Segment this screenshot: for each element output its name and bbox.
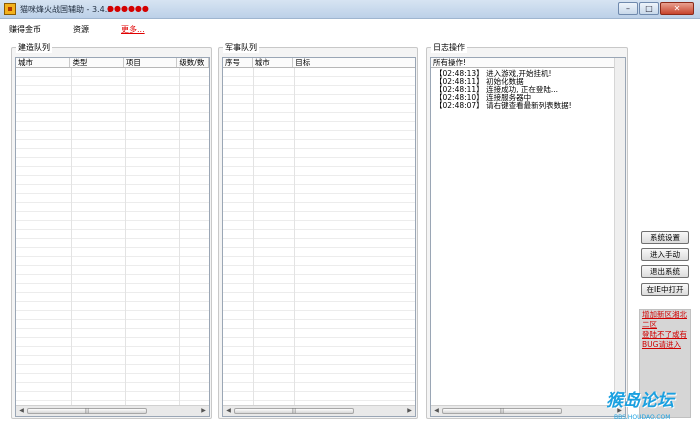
build-queue-rows: [16, 68, 209, 405]
scroll-thumb[interactable]: |||: [27, 408, 147, 414]
military-queue-rows: [223, 68, 415, 405]
log-entry: 【02:48:07】 请右键查看最新列表数据!: [435, 101, 572, 110]
log-group: 日志操作 所有操作! 【02:48:13】 进入游戏,开始挂机! 【02:48:…: [426, 42, 628, 419]
scroll-right-icon[interactable]: ▶: [405, 407, 414, 415]
watermark-logo: 猴岛论坛: [606, 391, 674, 411]
notice-link[interactable]: 二区: [640, 320, 690, 330]
notice-link[interactable]: 增加新区湘北: [640, 310, 690, 320]
military-queue-group: 军事队列 序号 城市 目标 ◀ ||| ▶: [218, 42, 418, 419]
title-bar[interactable]: 猫咪烽火战国辅助 - 3.4.3 - ●●●●●● – □ ✕: [0, 0, 700, 19]
column-header-city[interactable]: 城市: [16, 58, 71, 67]
military-queue-header: 序号 城市 目标: [223, 58, 415, 68]
military-queue-title: 军事队列: [223, 42, 259, 53]
build-queue-list[interactable]: 城市 类型 项目 级数/数 ◀ ||| ▶: [15, 57, 210, 417]
military-queue-list[interactable]: 序号 城市 目标 ◀ ||| ▶: [222, 57, 416, 417]
menu-more-link[interactable]: 更多...: [121, 24, 145, 35]
column-divider: [179, 68, 180, 405]
column-divider: [253, 68, 254, 405]
column-header-number[interactable]: 序号: [223, 58, 253, 67]
scroll-left-icon[interactable]: ◀: [17, 407, 26, 415]
log-header: 所有操作!: [431, 58, 614, 68]
horizontal-scrollbar[interactable]: ◀ ||| ▶: [431, 405, 625, 416]
watermark-url: BBS.HOUDAO.COM: [614, 414, 671, 421]
column-header-target[interactable]: 目标: [293, 58, 415, 67]
system-settings-button[interactable]: 系统设置: [641, 231, 689, 244]
column-header-city[interactable]: 城市: [253, 58, 294, 67]
menu-gold[interactable]: 赚得金币: [9, 24, 41, 35]
column-header-type[interactable]: 类型: [70, 58, 124, 67]
vertical-scrollbar[interactable]: [614, 58, 625, 405]
build-queue-header: 城市 类型 项目 级数/数: [16, 58, 209, 68]
menu-resources[interactable]: 资源: [73, 24, 89, 35]
scroll-thumb[interactable]: |||: [442, 408, 562, 414]
column-divider: [294, 68, 295, 405]
minimize-button[interactable]: –: [618, 2, 638, 15]
build-queue-group: 建造队列 城市 类型 项目 级数/数 ◀ ||| ▶: [11, 42, 212, 419]
log-list[interactable]: 所有操作! 【02:48:13】 进入游戏,开始挂机! 【02:48:11】 初…: [430, 57, 626, 417]
log-title: 日志操作: [431, 42, 467, 53]
horizontal-scrollbar[interactable]: ◀ ||| ▶: [223, 405, 415, 416]
notice-link[interactable]: BUG请进入: [640, 340, 690, 350]
open-in-ie-button[interactable]: 在IE中打开: [641, 283, 689, 296]
notice-link[interactable]: 登陆不了或有: [640, 330, 690, 340]
column-divider: [125, 68, 126, 405]
window-title: 猫咪烽火战国辅助 - 3.4.3 -: [20, 5, 118, 14]
scroll-right-icon[interactable]: ▶: [199, 407, 208, 415]
column-divider: [71, 68, 72, 405]
column-header-item[interactable]: 项目: [124, 58, 178, 67]
app-icon: [4, 3, 16, 15]
exit-system-button[interactable]: 退出系统: [641, 265, 689, 278]
manual-mode-button[interactable]: 进入手动: [641, 248, 689, 261]
window-title-suffix: ●●●●●●: [107, 4, 149, 13]
scroll-thumb[interactable]: |||: [234, 408, 354, 414]
column-header-level[interactable]: 级数/数: [177, 58, 209, 67]
maximize-button[interactable]: □: [639, 2, 659, 15]
scroll-left-icon[interactable]: ◀: [432, 407, 441, 415]
scroll-left-icon[interactable]: ◀: [224, 407, 233, 415]
horizontal-scrollbar[interactable]: ◀ ||| ▶: [16, 405, 209, 416]
window-controls: – □ ✕: [618, 2, 694, 15]
close-button[interactable]: ✕: [660, 2, 694, 15]
build-queue-title: 建造队列: [16, 42, 52, 53]
log-header-label[interactable]: 所有操作!: [431, 58, 614, 67]
